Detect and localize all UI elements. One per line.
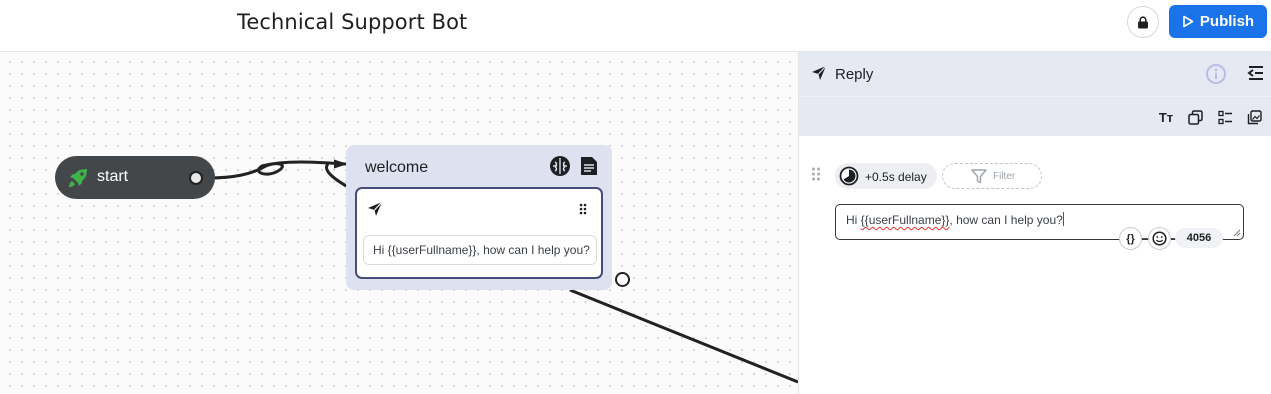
publish-label: Publish xyxy=(1199,13,1255,30)
character-count: 4056 xyxy=(1175,228,1223,248)
edge-start-welcome xyxy=(207,160,347,180)
drag-handle-icon[interactable] xyxy=(579,203,587,215)
message-card[interactable]: Hi {{userFullname}}, how can I help you? xyxy=(355,187,603,279)
checklist-button[interactable] xyxy=(1215,107,1235,127)
app-header: Technical Support Bot Publish xyxy=(0,0,1271,52)
lock-button[interactable] xyxy=(1127,6,1159,38)
send-icon xyxy=(812,65,827,80)
emoji-icon xyxy=(1152,231,1167,246)
start-node[interactable]: start xyxy=(55,156,215,199)
filter-icon xyxy=(971,169,987,184)
text-format-button[interactable]: Tт xyxy=(1156,107,1176,127)
welcome-node[interactable]: welcome Hi {{userFullname}}, how can I h… xyxy=(346,145,612,290)
publish-button[interactable]: Publish xyxy=(1169,5,1267,38)
filter-chip[interactable]: Filter xyxy=(942,163,1042,189)
edge-arrow xyxy=(333,159,348,169)
collapse-panel-icon[interactable] xyxy=(1247,64,1265,82)
flow-canvas[interactable]: start welcome Hi {{userFullname}}, how c… xyxy=(0,52,798,394)
insert-variable-button[interactable]: {} xyxy=(1119,227,1142,250)
reply-text: Hi {{userFullname}}, how can I help you? xyxy=(846,212,1064,227)
play-outline-icon xyxy=(1183,15,1194,28)
resize-grip-icon[interactable] xyxy=(1233,229,1241,237)
info-icon[interactable] xyxy=(1205,63,1227,85)
copy-icon xyxy=(1187,109,1203,125)
document-icon[interactable] xyxy=(579,155,599,177)
checklist-icon xyxy=(1217,110,1232,124)
gallery-icon xyxy=(1247,109,1262,124)
reply-panel: Reply Tт +0.5s delay Filter Hi {{userFul… xyxy=(798,52,1271,394)
filter-label: Filter xyxy=(993,171,1016,182)
welcome-node-label: welcome xyxy=(365,159,429,176)
panel-toolbar: Tт xyxy=(799,96,1271,136)
welcome-node-output-port[interactable] xyxy=(615,272,630,287)
delay-label: +0.5s delay xyxy=(865,170,927,184)
edge-welcome-out xyxy=(569,288,798,384)
timer-icon xyxy=(839,166,859,186)
panel-header: Reply xyxy=(799,52,1271,96)
start-node-port[interactable] xyxy=(189,171,203,185)
duplicate-button[interactable] xyxy=(1185,107,1205,127)
rocket-icon xyxy=(69,169,87,187)
delay-chip[interactable]: +0.5s delay xyxy=(835,163,937,189)
send-icon xyxy=(368,201,383,216)
page-title: Technical Support Bot xyxy=(237,10,468,34)
drag-handle-icon[interactable] xyxy=(811,166,821,182)
start-node-label: start xyxy=(97,168,129,185)
panel-title: Reply xyxy=(835,66,874,83)
lock-icon xyxy=(1138,15,1148,28)
message-preview: Hi {{userFullname}}, how can I help you? xyxy=(363,235,597,265)
brain-icon[interactable] xyxy=(549,155,571,177)
add-media-button[interactable] xyxy=(1244,107,1264,127)
emoji-button[interactable] xyxy=(1148,227,1171,250)
